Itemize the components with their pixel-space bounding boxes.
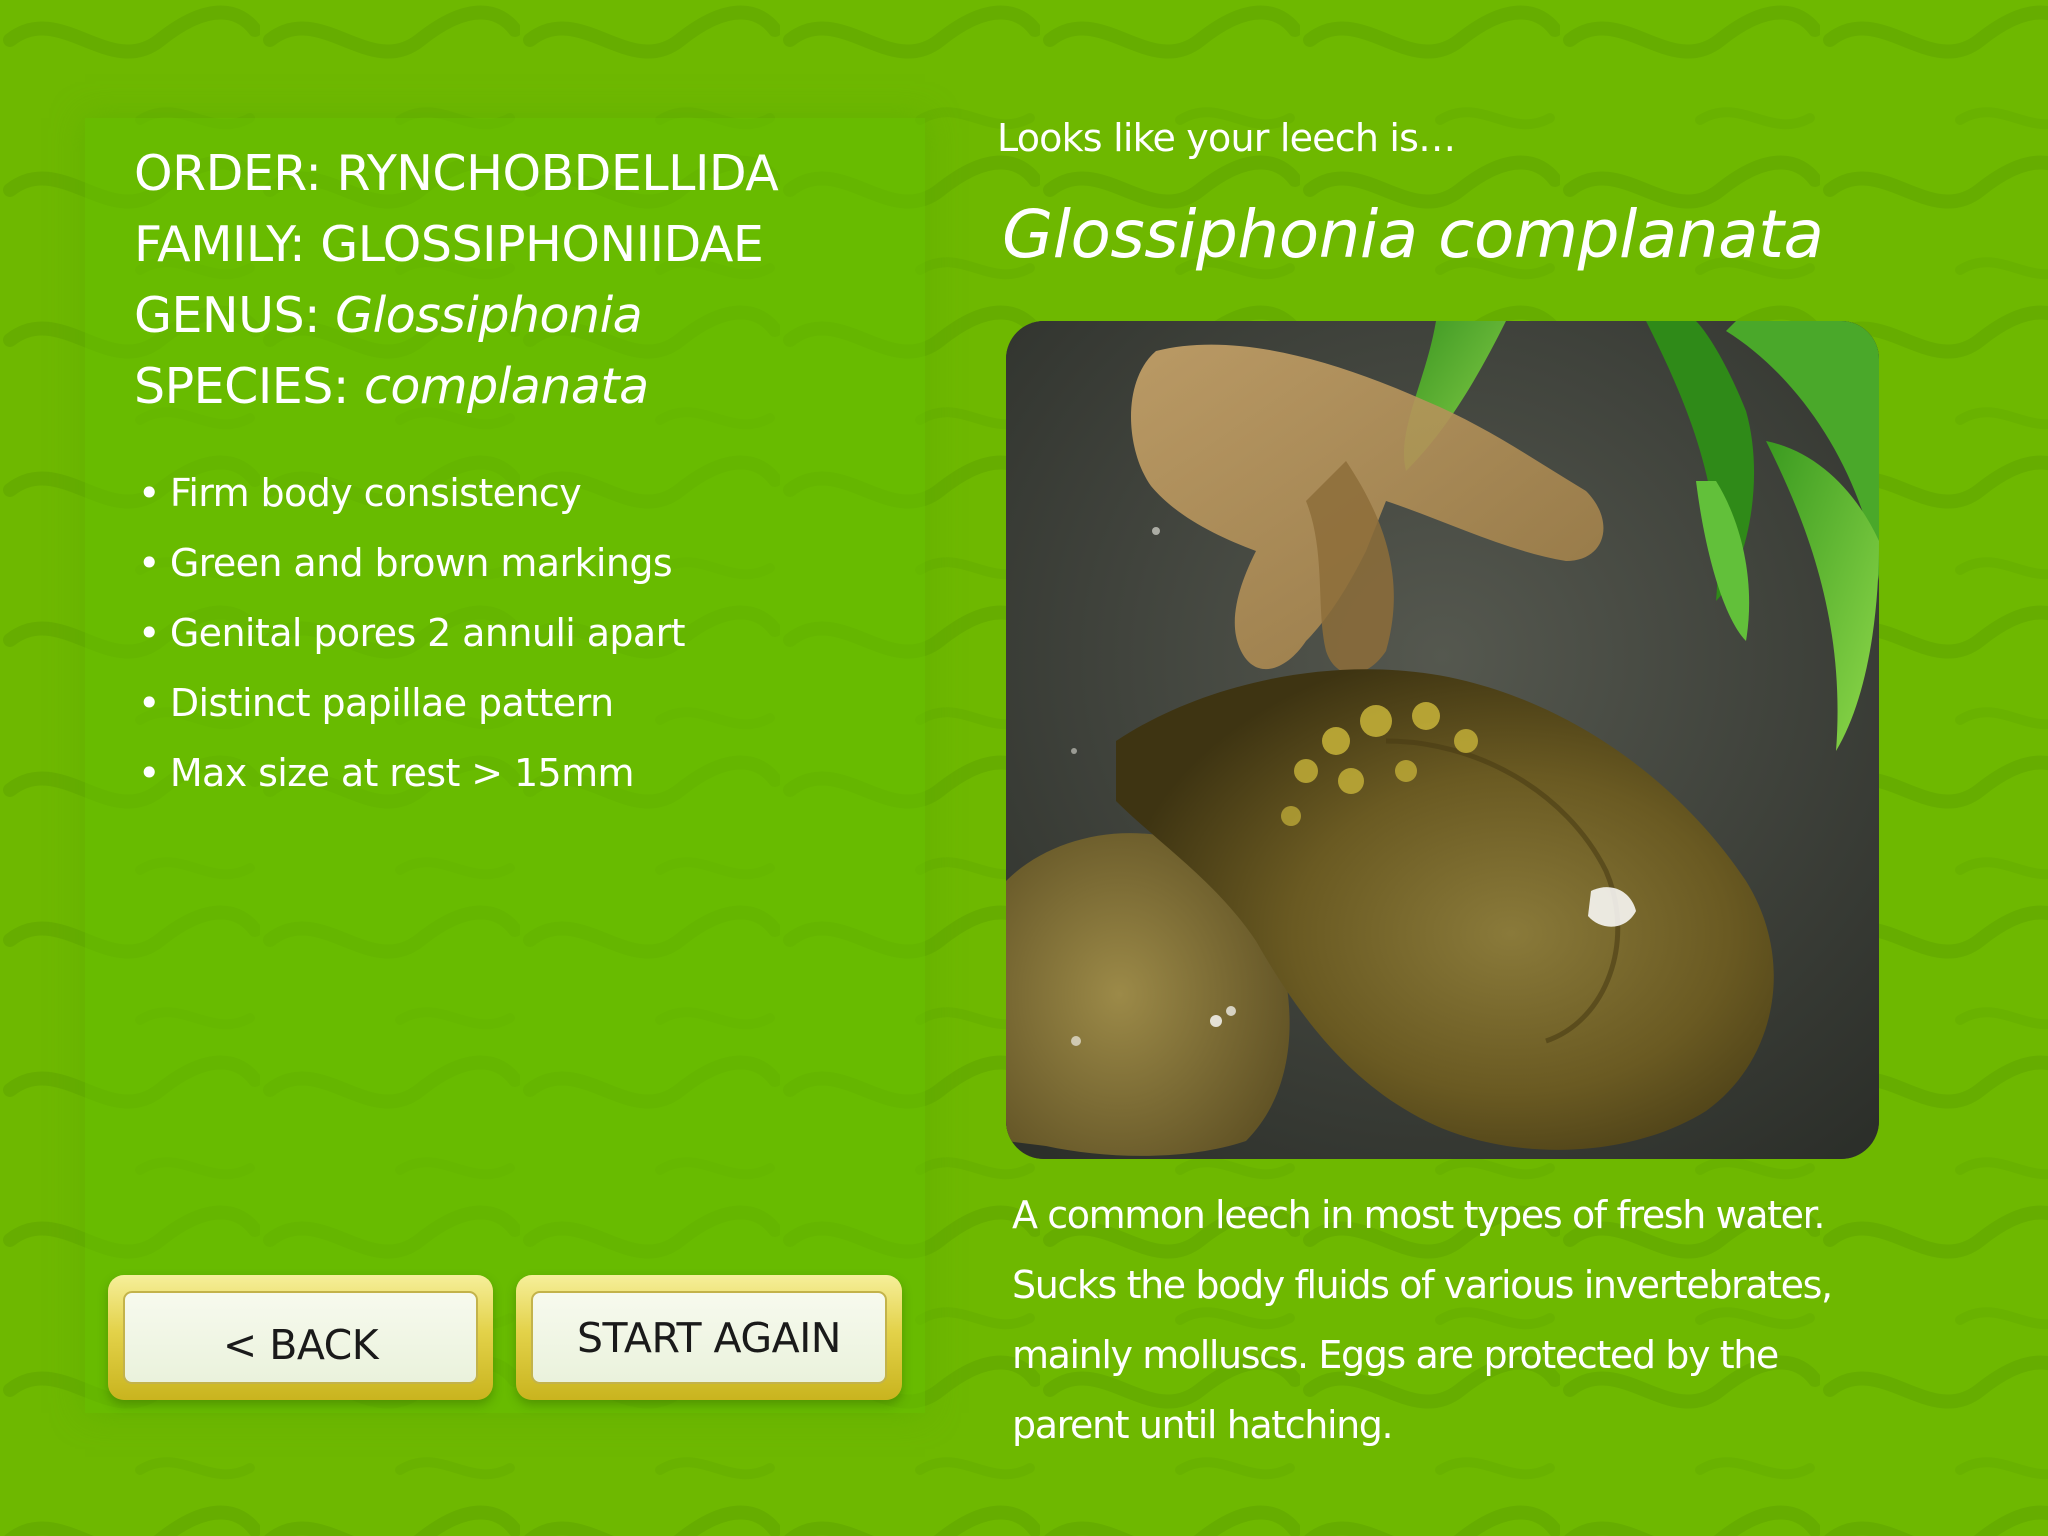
list-item: • Genital pores 2 annuli apart (138, 598, 686, 668)
genus-value: Glossiphonia (335, 287, 643, 344)
bullet-icon: • (138, 611, 160, 655)
family-label: FAMILY: (134, 216, 306, 273)
taxonomy-block: ORDER: RYNCHOBDELLIDA FAMILY: GLOSSIPHON… (134, 138, 779, 422)
species-row: SPECIES: complanata (134, 351, 778, 422)
list-item: • Max size at rest > 15mm (138, 738, 685, 808)
trait-text: Genital pores 2 annuli apart (169, 611, 686, 655)
leech-on-snail-illustration (1006, 321, 1879, 1159)
bullet-icon: • (138, 681, 160, 725)
back-button[interactable]: < BACK (108, 1275, 493, 1400)
species-value: complanata (363, 358, 649, 415)
bullet-icon: • (138, 541, 160, 585)
bullet-icon: • (138, 751, 160, 795)
result-intro: Looks like your leech is… (997, 116, 1456, 160)
family-row: FAMILY: GLOSSIPHONIIDAE (134, 209, 778, 280)
start-again-button-label[interactable]: START AGAIN (531, 1291, 887, 1384)
traits-list: • Firm body consistency • Green and brown … (138, 458, 686, 808)
list-item: • Green and brown markings (138, 528, 685, 598)
trait-text: Green and brown markings (169, 541, 673, 585)
species-description: A common leech in most types of fresh wa… (1012, 1193, 1833, 1447)
order-value: RYNCHOBDELLIDA (336, 145, 779, 202)
start-again-button[interactable]: START AGAIN (516, 1275, 902, 1400)
back-button-label[interactable]: < BACK (123, 1291, 478, 1384)
order-label: ORDER: (134, 145, 322, 202)
genus-label: GENUS: (134, 287, 321, 344)
order-row: ORDER: RYNCHOBDELLIDA (134, 138, 779, 209)
leech-photo (1006, 321, 1879, 1159)
genus-row: GENUS: Glossiphonia (134, 280, 778, 351)
bullet-icon: • (138, 471, 160, 515)
trait-text: Max size at rest > 15mm (169, 751, 635, 795)
trait-text: Firm body consistency (169, 471, 582, 515)
species-label: SPECIES: (134, 358, 349, 415)
trait-text: Distinct papillae pattern (169, 681, 614, 725)
family-value: GLOSSIPHONIIDAE (320, 216, 764, 273)
species-title: Glossiphonia complanata (1002, 196, 1824, 273)
list-item: • Firm body consistency (138, 458, 685, 528)
list-item: • Distinct papillae pattern (138, 668, 685, 738)
